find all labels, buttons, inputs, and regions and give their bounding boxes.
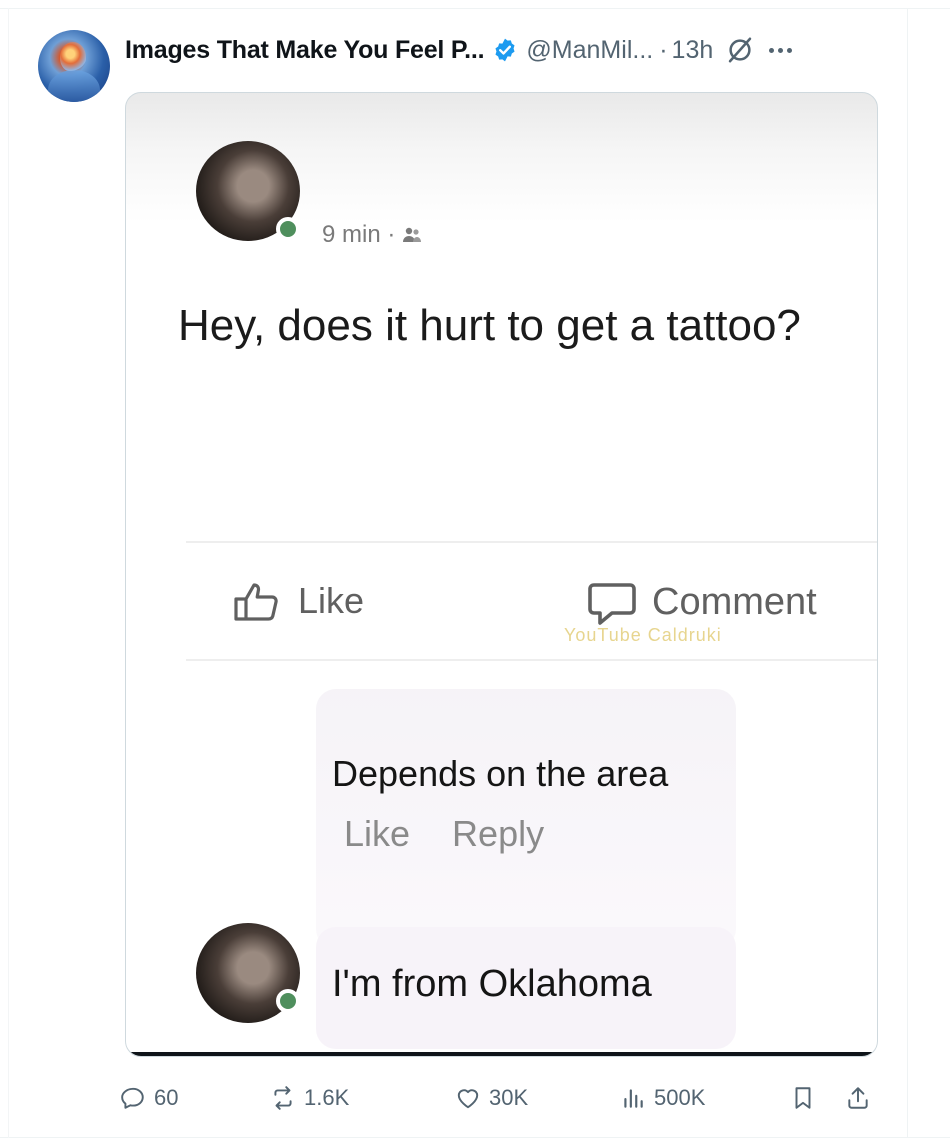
post-timestamp[interactable]: 13h: [672, 36, 714, 65]
like-action: Like: [232, 579, 364, 623]
comment-text: I'm from Oklahoma: [332, 963, 652, 1005]
author-name[interactable]: Images That Make You Feel P...: [125, 36, 485, 65]
comment-bubble-icon: [588, 583, 636, 625]
verified-badge-icon: [495, 38, 515, 62]
thumbs-up-icon: [234, 583, 278, 621]
views-chart-icon: [624, 1089, 643, 1108]
frame-top-border: [0, 8, 950, 9]
frame-bottom-border: [0, 1137, 950, 1138]
online-status-dot: [276, 217, 300, 241]
like-button[interactable]: 30K: [455, 1078, 528, 1118]
tweet-header: Images That Make You Feel P... @ManMil..…: [125, 32, 890, 68]
comment-action: Comment: [586, 579, 817, 625]
friends-icon: [403, 227, 422, 242]
grok-icon[interactable]: [725, 35, 755, 65]
views-count: 500K: [654, 1085, 706, 1110]
watermark: YouTube Caldruki: [564, 625, 722, 645]
author-handle[interactable]: @ManMil...: [526, 36, 653, 65]
post-text: Hey, does it hurt to get a tattoo?: [178, 301, 801, 350]
post-time-label: 9 min ·: [322, 221, 396, 248]
post-meta: 9 min ·: [322, 221, 423, 249]
more-options-icon[interactable]: [769, 35, 793, 65]
divider: [186, 541, 877, 543]
reply-icon: [121, 1087, 144, 1109]
views-button[interactable]: 500K: [620, 1078, 705, 1118]
comment-actions: Like Reply: [344, 813, 544, 855]
heart-icon: [457, 1089, 479, 1109]
share-button[interactable]: [845, 1078, 871, 1118]
comment-like-link: Like: [344, 813, 411, 854]
divider: [186, 659, 877, 661]
frame-right-border: [907, 8, 908, 1138]
separator-dot: ·: [659, 35, 668, 64]
like-label: Like: [298, 580, 365, 621]
bookmark-icon: [795, 1087, 811, 1109]
comment-text: Depends on the area: [332, 753, 669, 794]
comment-reply-link: Reply: [452, 813, 545, 854]
repost-count: 1.6K: [304, 1085, 350, 1110]
frame-left-border: [8, 8, 9, 1138]
share-icon: [848, 1087, 868, 1109]
bookmark-button[interactable]: [790, 1078, 816, 1118]
like-count: 30K: [489, 1085, 529, 1110]
author-avatar[interactable]: [38, 30, 110, 102]
comment-label: Comment: [652, 580, 817, 623]
reply-button[interactable]: 60: [120, 1078, 178, 1118]
online-status-dot: [276, 989, 300, 1013]
tweet-action-bar: 60 1.6K 30K 500K: [120, 1078, 880, 1118]
tweet-media-image[interactable]: 9 min · Hey, does it hurt to get a tatto…: [125, 92, 878, 1057]
repost-button[interactable]: 1.6K: [270, 1078, 349, 1118]
repost-icon: [274, 1086, 292, 1110]
reply-count: 60: [154, 1085, 179, 1110]
